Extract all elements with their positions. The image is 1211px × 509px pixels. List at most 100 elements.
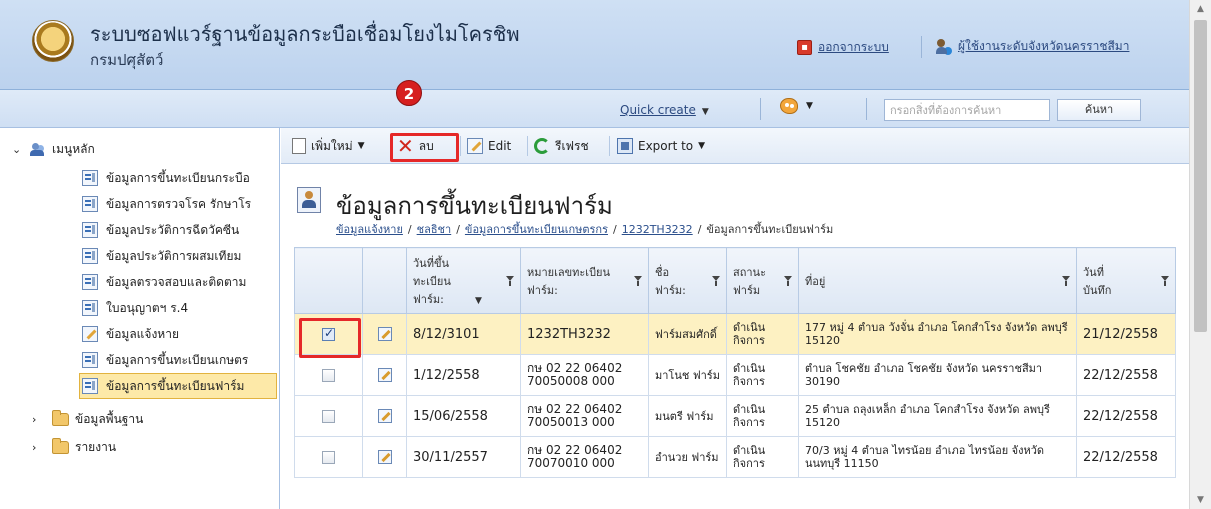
chevron-right-icon[interactable]: › [32,441,36,454]
refresh-label: รีเฟรช [555,138,589,153]
sidebar-item-insemination[interactable]: ข้อมูลประวัติการผสมเทียม [80,243,276,269]
table-row[interactable]: 8/12/3101 1232TH3232 ฟาร์มสมศักดิ์ ดำเนิ… [294,313,1176,355]
row-edit-cell[interactable] [362,354,407,396]
column-header-address[interactable]: ที่อยู่ [798,247,1077,314]
row-select-cell[interactable] [294,436,363,478]
filter-icon[interactable] [1062,275,1070,286]
column-header-status[interactable]: สถานะฟาร์ม [726,247,799,314]
scroll-thumb[interactable] [1194,20,1207,332]
folder-icon [52,410,69,426]
new-button[interactable]: เพิ่มใหม่ ▼ [292,136,365,156]
breadcrumb-link[interactable]: 1232TH3232 [622,223,693,236]
chevron-down-icon[interactable]: ⌄ [12,143,24,156]
table-row[interactable]: 30/11/2557 กษ 02 22 06402 70070010 000 อ… [294,436,1176,478]
scroll-up-arrow-icon[interactable]: ▲ [1190,0,1211,18]
cell-farm-no: กษ 02 22 06402 70050008 000 [520,354,649,396]
logout-link[interactable]: ▪ ออกจากระบบ [797,38,889,57]
edit-icon[interactable] [377,327,392,341]
quick-create-menu[interactable]: Quick create ▼ [620,103,709,117]
tree-root-main-menu[interactable]: ⌄ เมนูหลัก [12,140,95,159]
cell-farm-name: ฟาร์มสมศักดิ์ [648,313,727,355]
department-logo [32,20,74,62]
filter-icon[interactable] [784,275,792,286]
column-header-farm-name[interactable]: ชื่อฟาร์ม: [648,247,727,314]
folder-label: รายงาน [75,440,117,454]
document-icon [82,274,98,290]
row-select-cell[interactable] [294,354,363,396]
sidebar-item-label: ข้อมูลการขึ้นทะเบียนฟาร์ม [106,378,245,393]
breadcrumb-link[interactable]: ข้อมูลแจ้งหาย [336,223,403,236]
edit-column-header [362,247,407,314]
column-header-saved-date[interactable]: วันที่บันทึก [1076,247,1176,314]
theme-palette-icon[interactable] [780,98,798,114]
document-icon [82,248,98,264]
farm-grid: วันที่ขึ้นทะเบียนฟาร์ม: ▼ หมายเลขทะเบียนฟ… [294,247,1176,478]
table-row[interactable]: 15/06/2558 กษ 02 22 06402 70050013 000 ม… [294,395,1176,437]
sidebar-item-farm-registration[interactable]: ข้อมูลการขึ้นทะเบียนฟาร์ม [79,373,277,399]
breadcrumb-current: ข้อมูลการขึ้นทะเบียนฟาร์ม [706,223,834,236]
sidebar-item-lost-report[interactable]: ข้อมูลแจ้งหาย [80,321,276,347]
chevron-right-icon[interactable]: › [32,413,36,426]
row-checkbox[interactable] [322,368,335,382]
breadcrumb-link[interactable]: ชลธิชา [417,223,452,236]
sidebar-item-disease-check[interactable]: ข้อมูลการตรวจโรค รักษาโร [80,191,276,217]
logout-label[interactable]: ออกจากระบบ [818,38,889,57]
row-checkbox[interactable] [322,409,335,423]
document-icon [82,300,98,316]
toolbar-divider [527,136,528,156]
filter-icon[interactable] [506,275,514,286]
edit-icon[interactable] [377,409,392,423]
scroll-down-arrow-icon[interactable]: ▼ [1190,491,1211,509]
logout-icon: ▪ [797,40,812,55]
row-edit-cell[interactable] [362,313,407,355]
chevron-down-icon[interactable]: ▼ [358,141,365,151]
row-checkbox[interactable] [322,450,335,464]
folder-basic-data[interactable]: › ข้อมูลพื้นฐาน [32,410,143,429]
filter-icon[interactable] [1161,275,1169,286]
quick-create-label[interactable]: Quick create [620,103,696,117]
edit-button[interactable]: Edit [467,136,511,156]
row-edit-cell[interactable] [362,436,407,478]
user-link[interactable]: ผู้ใช้งานระดับจังหวัดนครราชสีมา [936,37,1129,56]
sidebar-item-buffalo-registration[interactable]: ข้อมูลการขึ้นทะเบียนกระบือ [80,165,276,191]
filter-icon[interactable] [712,275,720,286]
filter-icon[interactable] [634,275,642,286]
sidebar-item-farmer-registration[interactable]: ข้อมูลการขึ้นทะเบียนเกษตร [80,347,276,373]
sidebar-item-label: ข้อมูลการขึ้นทะเบียนเกษตร [106,352,249,367]
cell-reg-date: 30/11/2557 [406,436,521,478]
edit-label: Edit [488,139,512,153]
breadcrumb-link[interactable]: ข้อมูลการขึ้นทะเบียนเกษตรกร [465,223,608,236]
search-button[interactable]: ค้นหา [1057,99,1141,121]
app-header: ระบบซอฟแวร์ฐานข้อมูลกระบือเชื่อมโยงไมโคร… [0,0,1189,90]
column-header-farm-no[interactable]: หมายเลขทะเบียนฟาร์ม: [520,247,649,314]
sidebar-item-label: ข้อมูลประวัติการฉีดวัคซีน [106,222,240,237]
folder-reports[interactable]: › รายงาน [32,438,117,457]
cell-address: 177 หมู่ 4 ตำบล วังจั่น อำเภอ โคกสำโรง จ… [798,313,1077,355]
sidebar-item-label: ข้อมูลการขึ้นทะเบียนกระบือ [106,170,250,185]
cell-farm-name: มาโนช ฟาร์ม [648,354,727,396]
edit-icon[interactable] [377,368,392,382]
quick-bar: Quick create ▼ ▼ ค้นหา [0,90,1189,128]
column-header-reg-date[interactable]: วันที่ขึ้นทะเบียนฟาร์ม: ▼ [406,247,521,314]
row-edit-cell[interactable] [362,395,407,437]
step-2-badge: 2 [396,80,422,106]
document-icon [82,352,98,368]
cell-status: ดำเนินกิจการ [726,395,799,437]
export-button[interactable]: Export to ▼ [617,136,705,156]
sidebar-item-license[interactable]: ใบอนุญาตฯ ร.4 [80,295,276,321]
row-select-cell[interactable] [294,395,363,437]
page-scrollbar[interactable]: ▲ ▼ [1189,0,1211,509]
new-document-icon [292,138,306,154]
sidebar-item-inspection[interactable]: ข้อมูลตรวจสอบและติดตาม [80,269,276,295]
edit-icon[interactable] [377,450,392,464]
search-input[interactable] [884,99,1050,121]
refresh-button[interactable]: รีเฟรช [534,136,589,156]
chevron-down-icon[interactable]: ▼ [806,101,813,111]
chevron-down-icon[interactable]: ▼ [698,141,705,151]
refresh-icon [534,138,550,154]
sort-desc-icon[interactable]: ▼ [475,296,482,306]
cell-saved-date: 22/12/2558 [1076,436,1176,478]
table-row[interactable]: 1/12/2558 กษ 02 22 06402 70050008 000 มา… [294,354,1176,396]
user-label[interactable]: ผู้ใช้งานระดับจังหวัดนครราชสีมา [958,37,1129,56]
sidebar-item-vaccination[interactable]: ข้อมูลประวัติการฉีดวัคซีน [80,217,276,243]
